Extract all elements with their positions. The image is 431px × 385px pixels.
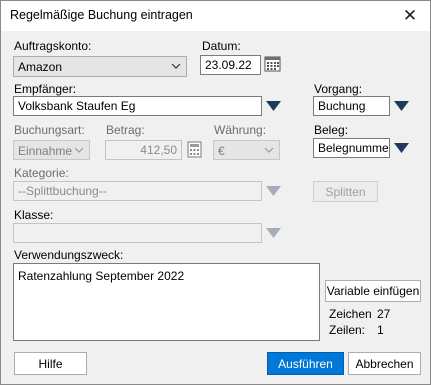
beleg-label: Beleg: [314, 123, 349, 137]
dialog-window: Regelmäßige Buchung eintragen ✕ Auftrags… [0, 0, 431, 385]
calculator-icon[interactable] [186, 141, 203, 158]
empfaenger-field[interactable]: Volksbank Staufen Eg [13, 96, 262, 116]
klasse-label: Klasse: [14, 208, 54, 222]
hilfe-button[interactable]: Hilfe [14, 352, 87, 375]
datum-field[interactable]: 23.09.22 [200, 55, 261, 75]
chevron-down-icon [74, 147, 84, 153]
ausfuehren-button[interactable]: Ausführen [267, 352, 344, 375]
vorgang-field[interactable]: Buchung [313, 96, 390, 116]
waehrung-value: € [218, 144, 225, 158]
title-bar: Regelmäßige Buchung eintragen ✕ [1, 1, 430, 31]
splitten-button[interactable]: Splitten [313, 181, 378, 202]
vorgang-picker-icon[interactable] [393, 100, 410, 112]
zeichen-label: Zeichen [329, 307, 372, 321]
beleg-picker-icon[interactable] [393, 142, 410, 154]
auftragskonto-label: Auftragskonto: [14, 39, 92, 53]
verwendungszweck-textarea[interactable]: Ratenzahlung September 2022 [13, 263, 320, 341]
vorgang-label: Vorgang: [314, 82, 363, 96]
betrag-label: Betrag: [106, 123, 145, 137]
kategorie-label: Kategorie: [14, 166, 69, 180]
chevron-down-icon [264, 147, 274, 153]
klasse-field[interactable] [13, 223, 262, 243]
window-title: Regelmäßige Buchung eintragen [10, 8, 193, 22]
beleg-field[interactable]: Belegnummer [313, 138, 390, 158]
variable-einfuegen-button[interactable]: Variable einfügen [325, 280, 421, 302]
chevron-down-icon [171, 63, 181, 69]
close-icon: ✕ [402, 6, 418, 25]
zeilen-label: Zeilen: [329, 323, 366, 337]
betrag-value: 412,50 [140, 143, 177, 157]
verwendungszweck-label: Verwendungszweck: [14, 248, 124, 262]
auftragskonto-value: Amazon [18, 60, 63, 74]
kategorie-value: --Splittbuchung-- [18, 184, 107, 198]
buchungsart-label: Buchungsart: [14, 123, 85, 137]
calendar-icon[interactable] [264, 55, 281, 72]
close-button[interactable]: ✕ [390, 1, 430, 31]
abbrechen-button[interactable]: Abbrechen [348, 352, 421, 375]
auftragskonto-select[interactable]: Amazon [13, 56, 187, 77]
verwendungszweck-value: Ratenzahlung September 2022 [18, 269, 185, 283]
buchungsart-select[interactable]: Einnahme [13, 140, 90, 160]
vorgang-value: Buchung [318, 99, 366, 113]
empfaenger-label: Empfänger: [14, 82, 77, 96]
waehrung-label: Währung: [214, 123, 267, 137]
empfaenger-value: Volksbank Staufen Eg [18, 99, 136, 113]
datum-value: 23.09.22 [205, 58, 252, 72]
empfaenger-picker-icon[interactable] [265, 100, 282, 112]
zeichen-value: 27 [377, 307, 391, 321]
buchungsart-value: Einnahme [18, 144, 73, 158]
zeilen-value: 1 [377, 323, 384, 337]
kategorie-field[interactable]: --Splittbuchung-- [13, 181, 262, 201]
datum-label: Datum: [202, 39, 241, 53]
beleg-value: Belegnummer [318, 141, 390, 155]
kategorie-picker-icon[interactable] [265, 185, 282, 197]
klasse-picker-icon[interactable] [265, 227, 282, 239]
waehrung-select[interactable]: € [213, 140, 280, 160]
betrag-field[interactable]: 412,50 [105, 140, 182, 160]
